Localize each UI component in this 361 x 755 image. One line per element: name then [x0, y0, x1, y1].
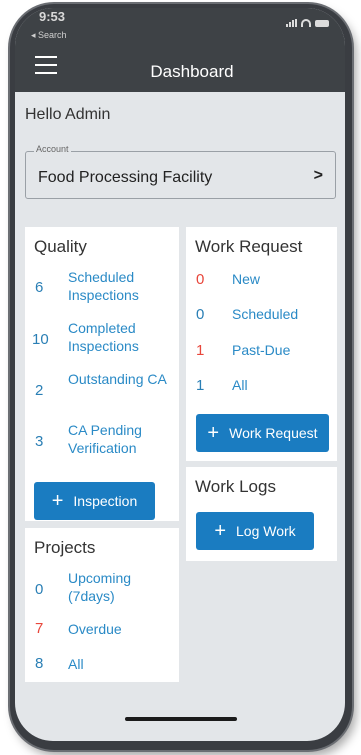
projects-item[interactable]: 7 Overdue [25, 618, 179, 642]
work-request-count: 0 [196, 271, 205, 288]
quality-label[interactable]: Outstanding CA [68, 370, 168, 388]
quality-label[interactable]: Scheduled Inspections [68, 268, 168, 304]
quality-count: 3 [35, 433, 44, 450]
greeting-text: Hello Admin [25, 106, 111, 123]
chevron-right-icon: > [313, 167, 323, 184]
quality-item[interactable]: 2 Outstanding CA [25, 369, 179, 409]
projects-title: Projects [34, 538, 96, 557]
projects-count: 0 [35, 581, 44, 598]
plus-icon: + [207, 422, 220, 444]
add-work-request-button[interactable]: + Work Request [196, 414, 329, 452]
projects-label[interactable]: Overdue [68, 620, 122, 638]
wifi-icon [301, 19, 311, 27]
nav-bar: Dashboard [15, 42, 345, 92]
quality-item[interactable]: 6 Scheduled Inspections [25, 267, 179, 307]
quality-count: 6 [35, 279, 44, 296]
work-request-card: Work Request 0 New 0 Scheduled 1 Past-Du… [186, 227, 337, 461]
work-request-item[interactable]: 1 Past-Due [186, 340, 337, 362]
work-request-label[interactable]: Past-Due [232, 341, 290, 359]
projects-item[interactable]: 8 All [25, 653, 179, 677]
work-request-item[interactable]: 0 Scheduled [186, 304, 337, 326]
projects-label[interactable]: All [68, 655, 84, 673]
work-request-label[interactable]: New [232, 270, 260, 288]
projects-item[interactable]: 0 Upcoming (7days) [25, 568, 179, 608]
signal-icon [286, 19, 297, 27]
work-request-label[interactable]: All [232, 376, 248, 394]
back-to-search-link[interactable]: ◂ Search [31, 30, 67, 41]
quality-item[interactable]: 10 Completed Inspections [25, 318, 179, 358]
projects-count: 8 [35, 655, 44, 672]
plus-icon: + [214, 520, 226, 542]
add-inspection-label: Inspection [73, 493, 138, 509]
projects-label[interactable]: Upcoming (7days) [68, 569, 168, 605]
work-request-item[interactable]: 1 All [186, 375, 337, 397]
work-request-count: 0 [196, 306, 205, 323]
account-legend: Account [34, 144, 71, 154]
work-logs-title: Work Logs [195, 477, 276, 496]
status-bar: 9:53 ◂ Search [15, 8, 345, 42]
add-work-request-label: Work Request [229, 425, 318, 441]
quality-label[interactable]: CA Pending Verification [68, 421, 174, 457]
account-selector[interactable]: Account Food Processing Facility > [25, 144, 336, 199]
log-work-label: Log Work [236, 523, 296, 539]
add-inspection-button[interactable]: + Inspection [34, 482, 155, 520]
battery-icon [315, 19, 329, 27]
status-icons [286, 19, 329, 27]
work-request-label[interactable]: Scheduled [232, 305, 298, 323]
account-value: Food Processing Facility [38, 169, 213, 186]
work-request-item[interactable]: 0 New [186, 269, 337, 291]
page-title: Dashboard [150, 62, 234, 81]
quality-label[interactable]: Completed Inspections [68, 319, 168, 355]
quality-count: 2 [35, 382, 44, 399]
plus-icon: + [51, 490, 64, 512]
status-time: 9:53 [39, 9, 66, 24]
work-request-title: Work Request [195, 237, 303, 256]
work-request-count: 1 [196, 377, 205, 394]
work-request-count: 1 [196, 342, 205, 359]
quality-title: Quality [34, 237, 87, 256]
app-screen: 9:53 ◂ Search Dashboard Hello Admin Acco… [15, 8, 345, 741]
log-work-button[interactable]: + Log Work [196, 512, 314, 550]
home-indicator[interactable] [125, 717, 237, 721]
work-logs-card: Work Logs + Log Work [186, 467, 337, 561]
quality-card: Quality 6 Scheduled Inspections 10 Compl… [25, 227, 179, 521]
quality-count: 10 [32, 331, 49, 348]
projects-card: Projects 0 Upcoming (7days) 7 Overdue 8 … [25, 528, 179, 682]
quality-item[interactable]: 3 CA Pending Verification [25, 420, 179, 460]
projects-count: 7 [35, 620, 44, 637]
